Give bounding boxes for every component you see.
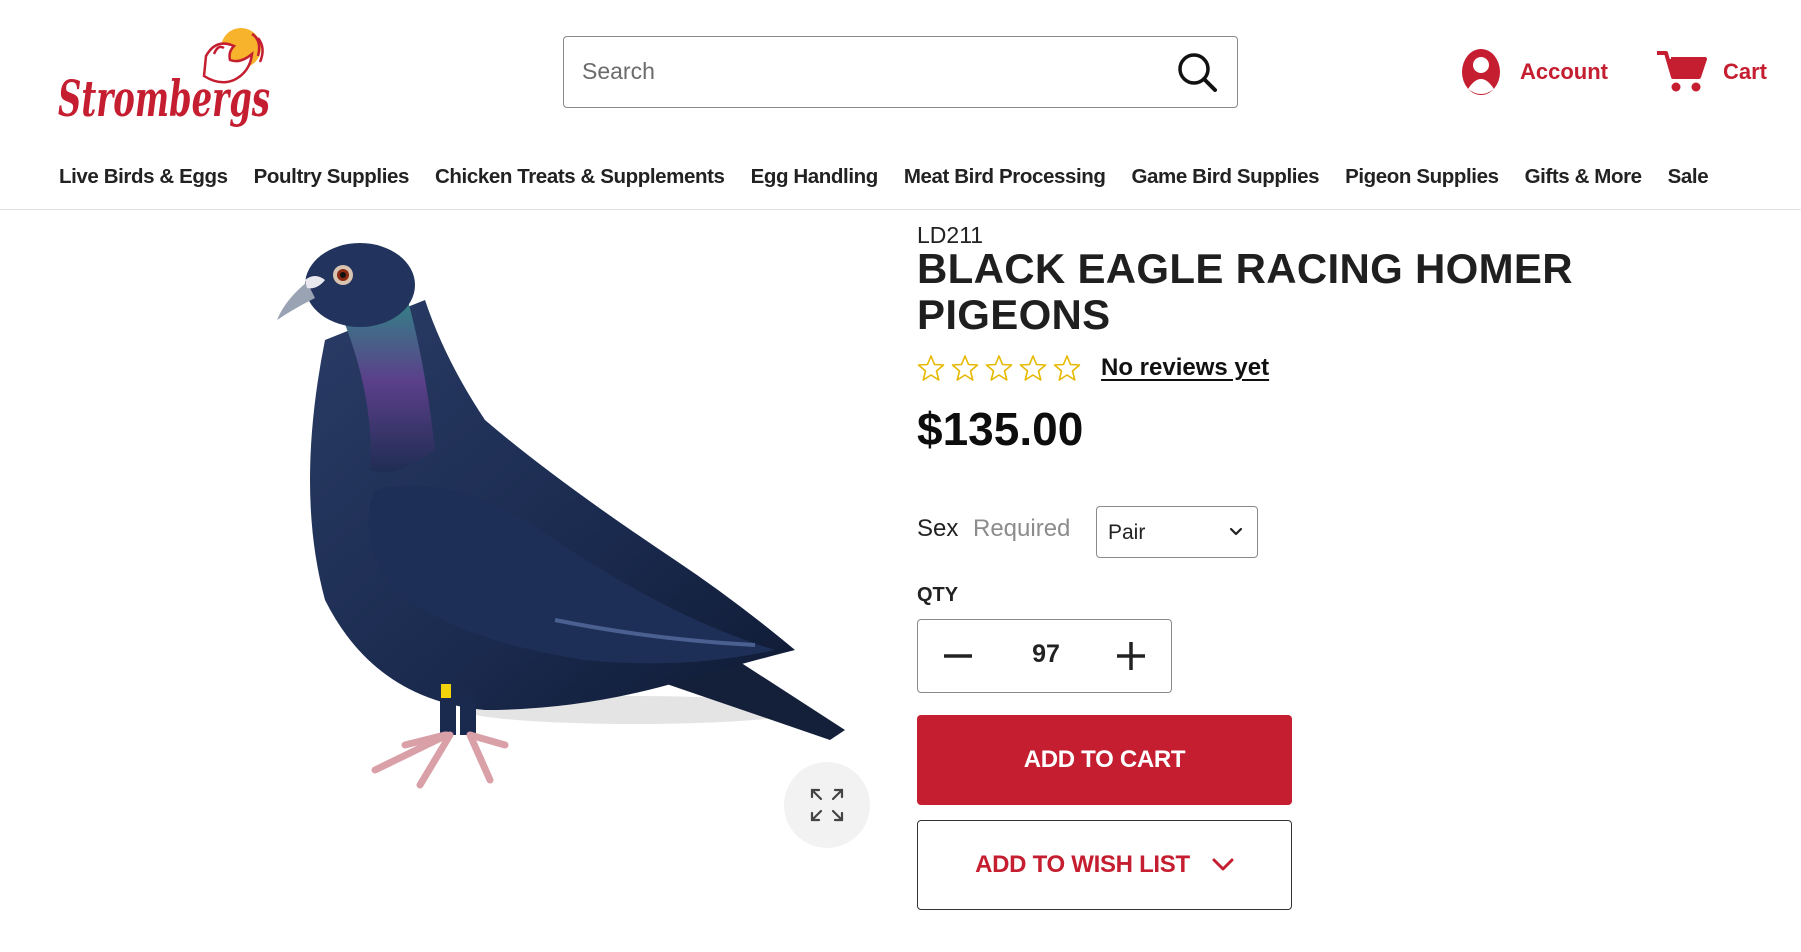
add-to-cart-label: ADD TO CART <box>1023 746 1186 773</box>
strombergs-logo[interactable]: Strombergs <box>56 26 276 136</box>
add-to-cart-button[interactable]: ADD TO CART <box>917 715 1292 805</box>
expand-image-button[interactable] <box>784 762 870 848</box>
nav-item-poultry-supplies[interactable]: Poultry Supplies <box>254 165 410 189</box>
sex-option-label: Sex <box>917 515 959 542</box>
quantity-input[interactable]: 97 <box>996 640 1096 669</box>
sex-select[interactable]: Pair <box>1096 506 1258 558</box>
quantity-stepper: 97 <box>917 619 1172 693</box>
main-nav: Live Birds & Eggs Poultry Supplies Chick… <box>59 160 1734 194</box>
search-icon[interactable] <box>1175 50 1219 94</box>
product-rating: No reviews yet <box>917 354 1269 382</box>
nav-item-game-bird-supplies[interactable]: Game Bird Supplies <box>1132 165 1320 189</box>
account-label: Account <box>1520 59 1608 84</box>
chevron-down-icon <box>1212 858 1234 871</box>
account-link[interactable]: Account <box>1460 46 1608 98</box>
minus-icon[interactable] <box>940 638 976 674</box>
expand-icon <box>810 788 844 822</box>
account-icon <box>1462 49 1500 95</box>
qty-label: QTY <box>917 584 959 606</box>
search-box <box>563 36 1238 108</box>
star-icon <box>985 355 1013 381</box>
product-title: BLACK EAGLE RACING HOMER PIGEONS <box>917 245 1573 338</box>
nav-item-gifts-more[interactable]: Gifts & More <box>1525 165 1642 189</box>
product-image[interactable] <box>255 240 855 890</box>
nav-item-meat-bird-processing[interactable]: Meat Bird Processing <box>904 165 1106 189</box>
cart-link[interactable]: Cart <box>1655 46 1767 98</box>
product-price: $135.00 <box>917 403 1084 455</box>
site-header: Strombergs Account Cart Live Birds & Egg… <box>0 0 1801 210</box>
nav-item-pigeon-supplies[interactable]: Pigeon Supplies <box>1345 165 1499 189</box>
reviews-link[interactable]: No reviews yet <box>1101 354 1269 382</box>
star-icon <box>951 355 979 381</box>
nav-item-egg-handling[interactable]: Egg Handling <box>751 165 879 189</box>
cart-icon <box>1657 51 1707 92</box>
chevron-down-icon <box>1229 527 1243 536</box>
search-input[interactable] <box>582 37 1162 106</box>
add-to-wishlist-label: ADD TO WISH LIST <box>975 851 1190 878</box>
cart-label: Cart <box>1723 59 1768 84</box>
nav-item-sale[interactable]: Sale <box>1668 165 1709 189</box>
required-indicator: Required <box>973 515 1071 542</box>
star-icon <box>1019 355 1047 381</box>
star-icon <box>917 355 945 381</box>
nav-item-chicken-treats[interactable]: Chicken Treats & Supplements <box>435 165 725 189</box>
svg-text:Strombergs: Strombergs <box>58 69 270 128</box>
nav-item-live-birds-eggs[interactable]: Live Birds & Eggs <box>59 165 228 189</box>
plus-icon[interactable] <box>1113 638 1149 674</box>
sex-select-value: Pair <box>1108 521 1146 544</box>
star-icon <box>1053 355 1081 381</box>
add-to-wishlist-button[interactable]: ADD TO WISH LIST <box>917 820 1292 910</box>
